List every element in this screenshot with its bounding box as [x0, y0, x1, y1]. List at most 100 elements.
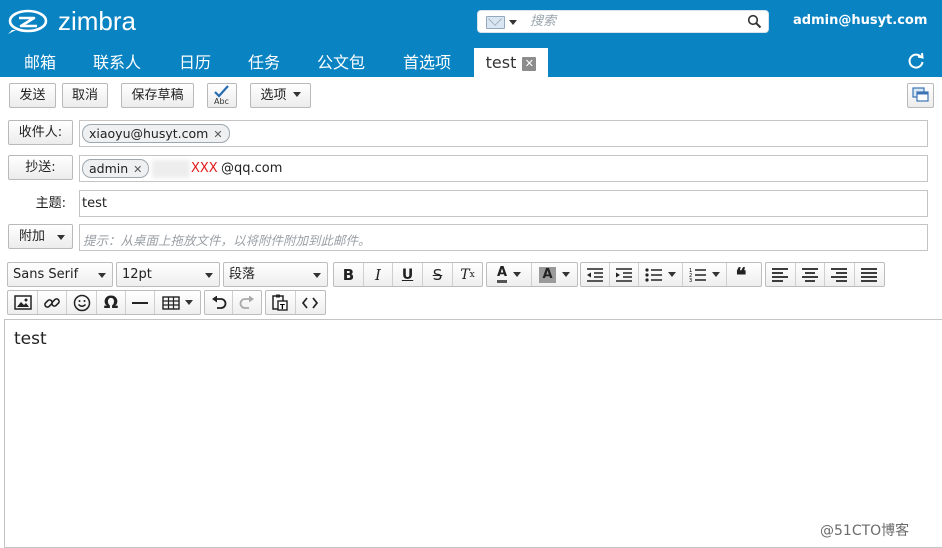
clear-formatting-icon[interactable]: Tx	[453, 263, 482, 286]
tab-label: 公文包	[316, 53, 365, 72]
watermark: @51CTO博客	[820, 523, 910, 539]
insert-link-icon[interactable]	[38, 291, 67, 314]
tab-label: test	[485, 53, 517, 72]
insert-image-icon[interactable]	[8, 291, 38, 314]
table-icon	[162, 295, 180, 310]
blockquote-icon[interactable]: ❝	[727, 263, 755, 287]
font-family-select[interactable]: Sans Serif	[7, 262, 113, 287]
insert-table-button[interactable]	[155, 291, 200, 314]
paragraph-group: 123 ❝	[580, 262, 762, 287]
top-bar: zimbra admin@husyt.com 邮箱 联系人 日历 任务 公文包 …	[0, 0, 942, 77]
recipient-chip[interactable]: admin ✕	[82, 159, 150, 178]
tab-tasks[interactable]: 任务	[233, 48, 295, 77]
numbered-list-icon: 123	[689, 268, 706, 282]
bullet-list-icon	[645, 267, 662, 282]
cancel-button[interactable]: 取消	[62, 83, 108, 108]
text-color-button[interactable]: A	[487, 263, 533, 286]
background-color-button[interactable]: A	[532, 263, 577, 286]
cc-field[interactable]: admin ✕ XXX @qq.com	[79, 155, 928, 182]
tab-label: 邮箱	[23, 53, 56, 72]
align-justify-icon[interactable]	[855, 263, 884, 286]
highlight-color-icon: A	[539, 266, 556, 283]
font-family-value: Sans Serif	[13, 267, 79, 282]
tab-label: 任务	[247, 53, 280, 72]
italic-icon[interactable]: I	[364, 263, 393, 286]
recipient-address: admin	[89, 161, 129, 176]
close-icon[interactable]: ✕	[522, 57, 537, 71]
brand-name: zimbra	[58, 5, 137, 36]
undo-icon[interactable]	[205, 291, 234, 314]
to-button[interactable]: 收件人:	[8, 120, 73, 145]
tab-calendar[interactable]: 日历	[164, 48, 226, 77]
chevron-down-icon	[712, 272, 720, 277]
redaction-mark: XXX	[191, 161, 218, 176]
tab-label: 首选项	[402, 53, 451, 72]
align-left-icon[interactable]	[766, 263, 796, 286]
bold-icon[interactable]: B	[334, 263, 364, 286]
font-size-value: 12pt	[122, 267, 152, 282]
redo-icon[interactable]	[233, 291, 261, 314]
search-type-dropdown[interactable]	[486, 14, 528, 30]
message-body-editor[interactable]: test	[4, 319, 942, 548]
block-format-select[interactable]: 段落	[223, 262, 328, 287]
special-character-icon[interactable]: Ω	[97, 291, 126, 314]
remove-recipient-icon[interactable]: ✕	[133, 163, 142, 176]
chevron-down-icon	[98, 273, 106, 278]
message-body-text: test	[14, 329, 47, 349]
tab-contacts[interactable]: 联系人	[80, 48, 154, 77]
chevron-down-icon	[185, 300, 193, 305]
source-code-icon[interactable]	[296, 291, 325, 314]
refresh-icon[interactable]	[906, 51, 926, 75]
tab-mail[interactable]: 邮箱	[8, 48, 72, 77]
detach-window-button[interactable]	[907, 83, 934, 108]
chevron-down-icon	[292, 92, 301, 97]
subject-input[interactable]	[80, 191, 927, 216]
tab-preferences[interactable]: 首选项	[389, 48, 465, 77]
align-right-icon[interactable]	[825, 263, 855, 286]
subject-field	[79, 190, 928, 217]
zimbra-logo-icon	[8, 9, 48, 34]
paste-text-icon[interactable]: T	[266, 291, 296, 314]
mail-icon	[486, 15, 505, 29]
attach-label: 附加	[19, 229, 46, 244]
indent-icon[interactable]	[610, 263, 639, 286]
outdent-icon[interactable]	[581, 263, 610, 286]
remove-recipient-icon[interactable]: ✕	[213, 128, 222, 141]
tab-briefcase[interactable]: 公文包	[303, 48, 379, 77]
search-icon[interactable]	[747, 14, 762, 33]
chevron-down-icon	[668, 272, 676, 277]
attachment-drop-zone[interactable]: 提示：从桌面上拖放文件，以将附件附加到此邮件。	[79, 224, 928, 251]
send-button[interactable]: 发送	[9, 83, 56, 108]
search-input[interactable]	[528, 12, 733, 31]
tab-compose-test[interactable]: test ✕	[474, 48, 548, 77]
history-group	[204, 290, 262, 315]
underline-icon[interactable]: U	[393, 263, 423, 286]
user-account-menu[interactable]: admin@husyt.com	[793, 13, 927, 28]
align-center-icon[interactable]	[796, 263, 825, 286]
recipient-chip[interactable]: xiaoyu@husyt.com ✕	[82, 124, 230, 143]
bullet-list-button[interactable]	[639, 263, 683, 286]
cc-button[interactable]: 抄送:	[8, 155, 73, 180]
emoticon-icon[interactable]	[67, 291, 97, 314]
options-dropdown[interactable]: 选项	[250, 83, 311, 108]
strikethrough-icon[interactable]: S	[423, 263, 453, 286]
zimbra-logo[interactable]: zimbra	[8, 6, 136, 36]
recipient-address: xiaoyu@husyt.com	[89, 126, 209, 141]
spellcheck-button[interactable]: Abc	[207, 83, 237, 108]
font-size-select[interactable]: 12pt	[116, 262, 220, 287]
horizontal-rule-icon[interactable]	[126, 291, 155, 314]
to-field[interactable]: xiaoyu@husyt.com ✕	[79, 120, 928, 147]
save-draft-button[interactable]: 保存草稿	[121, 83, 194, 108]
new-window-icon	[911, 87, 929, 102]
chevron-down-icon	[57, 235, 65, 240]
svg-text:T: T	[280, 303, 285, 311]
redaction-blur	[152, 160, 190, 178]
text-style-group: B I U S Tx	[333, 262, 483, 287]
attach-dropdown[interactable]: 附加	[8, 224, 73, 249]
text-color-icon: A	[496, 266, 508, 283]
clipboard-group: T	[265, 290, 326, 315]
alignment-group	[765, 262, 885, 287]
tab-label: 联系人	[92, 53, 141, 72]
subject-label: 主题:	[35, 196, 66, 211]
numbered-list-button[interactable]: 123	[683, 263, 727, 286]
